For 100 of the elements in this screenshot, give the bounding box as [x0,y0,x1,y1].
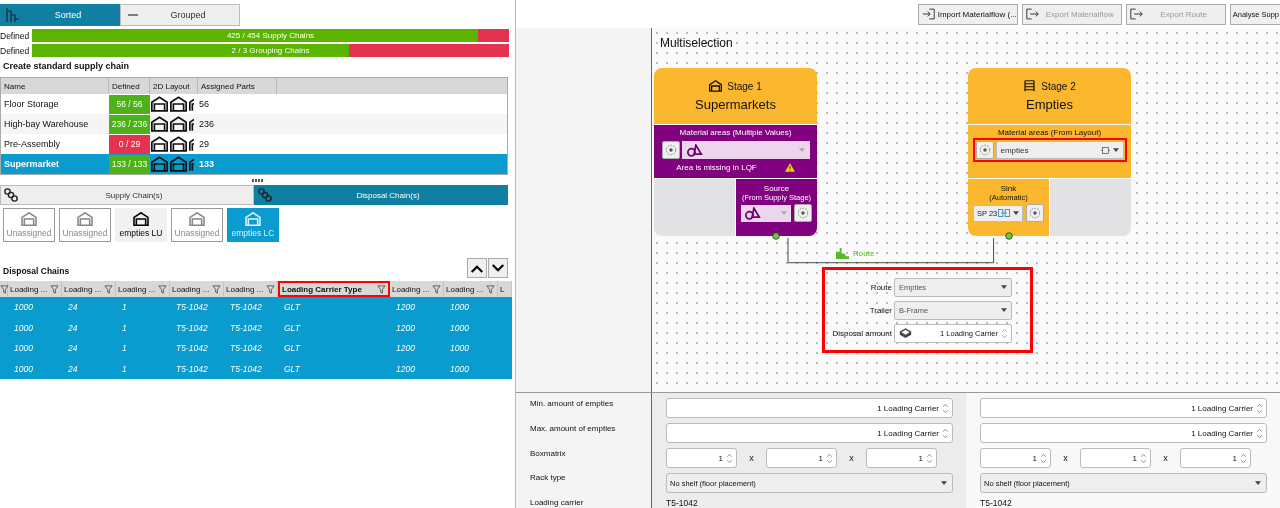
target-button[interactable] [794,204,812,222]
spin-arrows-icon [1257,402,1262,414]
filter-icon[interactable] [158,284,167,294]
caret-icon [1001,308,1007,312]
stage-number: Stage 2 [1041,80,1076,92]
filter-icon[interactable] [104,284,113,294]
table-cell: T5-1042 [230,322,262,333]
number-spinbox[interactable]: 1 [866,448,937,468]
shapes-icon [745,206,761,220]
filter-icon[interactable] [266,284,275,294]
field-label: Disposal amount [832,328,892,338]
number-spinbox[interactable]: 1 [1180,448,1251,468]
caret-icon [941,481,947,485]
amount-spinbox[interactable]: 1 Loading Carrier [666,423,953,443]
move-up-button[interactable] [467,258,487,278]
spin-arrows-icon [927,452,932,464]
spin-arrows-icon [1141,452,1146,464]
filter-icon[interactable] [377,284,386,294]
table-cell: 1 [122,322,127,333]
table-cell-text: High-bay Warehouse [3,118,90,131]
times-sign: x [748,453,755,463]
table-cell: 1 [122,302,127,313]
transfer-icon [998,209,1011,217]
defined-badge: 133 / 133 [109,154,150,174]
spin-arrows-icon [727,452,732,464]
loading-carrier-value: T5-1042 [980,498,1012,508]
target-icon [978,144,991,156]
table-cell: 1200 [396,322,415,333]
connection-port[interactable] [1005,232,1013,240]
number-spinbox[interactable]: 1 [666,448,737,468]
table-cell: T5-1042 [176,302,208,313]
filter-icon[interactable] [432,284,441,294]
route-label: Route [853,249,875,258]
table-cell: GLT [284,363,300,374]
amount-spinbox[interactable]: 1 Loading Carrier [980,398,1267,418]
table-cell: T5-1042 [176,322,208,333]
area-tile[interactable]: Unassigned [3,208,55,242]
toolbar-button[interactable]: Import Materialflow (... [917,3,1018,25]
number-spinbox[interactable]: 1 [766,448,837,468]
table-cell: 24 [68,302,78,313]
section-title: Create standard supply chain [3,61,131,71]
link-icon [258,188,272,202]
number-spinbox[interactable]: 1 [1080,448,1151,468]
filter-icon[interactable] [0,284,9,294]
caret-icon [1255,481,1261,485]
warning-icon [784,163,795,172]
filter-icon[interactable] [50,284,59,294]
stage-number: Stage 1 [727,80,762,92]
caret-icon [1112,148,1119,152]
field-label: Route [870,282,892,292]
move-down-button[interactable] [488,258,508,278]
target-button[interactable] [661,141,680,159]
view-toggle-button[interactable]: Grouped [120,4,240,26]
area-dropdown[interactable] [681,141,810,159]
section-title: Disposal Chains [3,266,70,276]
table-cell: 1000 [450,343,469,354]
area-dropdown[interactable]: empties [995,141,1124,159]
target-icon [664,144,677,156]
defined-badge: 56 / 56 [109,94,150,114]
defined-badge: 236 / 236 [109,114,150,134]
import-icon [921,8,935,20]
amount-spinbox[interactable]: 1 Loading Carrier [666,398,953,418]
filter-icon[interactable] [486,284,495,294]
endpoint-dropdown[interactable] [741,204,791,222]
property-label: Min. amount of empties [530,399,615,409]
chain-tab[interactable]: Supply Chain(s) [0,185,254,205]
table-cell: T5-1042 [230,363,262,374]
chain-tab[interactable]: Disposal Chain(s) [254,185,508,205]
area-tile[interactable]: Unassigned [171,208,223,242]
field-label: Material areas (Multiple Values) [679,128,792,137]
amount-spinbox[interactable]: 1 Loading Carrier [980,423,1267,443]
shapes-icon [686,143,703,157]
table-row[interactable]: High-bay Warehouse 236 / 236 236 [1,114,507,134]
times-sign: x [1062,453,1069,463]
field-label: Trailer [869,305,892,315]
area-tile[interactable]: empties LU [115,208,167,242]
frame-icon [1100,145,1110,155]
connection-port[interactable] [772,232,780,240]
defined-badge: 0 / 29 [109,134,150,154]
table-cell-text: 56 [198,98,210,111]
rack-icon [1023,80,1037,92]
number-spinbox[interactable]: 1 [980,448,1051,468]
area-tile[interactable]: Unassigned [59,208,111,242]
table-cell-text: 236 [198,118,216,131]
caret-icon [781,211,787,215]
splitter-handle[interactable] [251,178,264,182]
spin-arrows-icon [1002,327,1007,339]
spin-arrows-icon [943,402,948,414]
spin-arrows-icon [827,452,832,464]
times-sign: x [848,453,855,463]
column-header[interactable]: Loading Carrier Type [278,281,390,297]
spin-arrows-icon [1241,452,1246,464]
chevron-down-icon [491,263,505,273]
table-cell-text: Supermarket [3,158,61,171]
table-cell: 1 [122,363,127,374]
table-cell-text: Floor Storage [3,98,60,111]
vehicle-icon [835,247,850,260]
filter-icon[interactable] [212,284,221,294]
table-cell: 1000 [450,322,469,333]
view-toggle-button[interactable]: Sorted [0,4,120,26]
